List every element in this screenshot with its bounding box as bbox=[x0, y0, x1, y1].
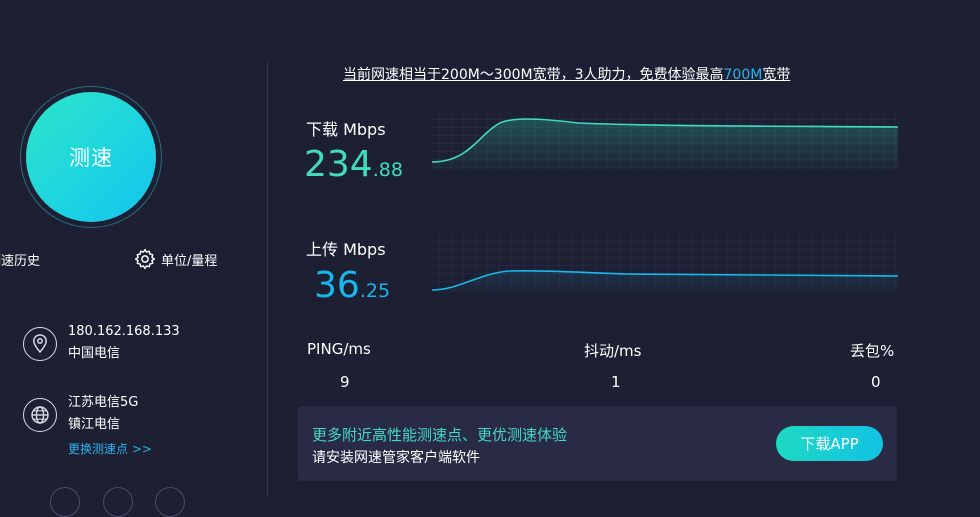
packet-loss-value: 0 bbox=[871, 373, 881, 391]
download-speed: 234.88 bbox=[304, 144, 403, 185]
download-int: 234 bbox=[304, 144, 373, 185]
upload-speed: 36.25 bbox=[314, 265, 390, 306]
ip-isp: 中国电信 bbox=[68, 346, 121, 361]
upload-chart bbox=[428, 234, 898, 292]
speed-headline[interactable]: 当前网速相当于200M～300M宽带，3人助力，免费体验最高700M宽带 bbox=[343, 64, 790, 84]
headline-highlight: 700M bbox=[723, 67, 763, 83]
upload-int: 36 bbox=[314, 265, 360, 306]
server-name: 江苏电信5G bbox=[68, 395, 139, 410]
download-label: 下载 Mbps bbox=[306, 120, 386, 139]
share-icon[interactable] bbox=[155, 487, 185, 517]
server-isp: 镇江电信 bbox=[68, 417, 121, 432]
download-dec: .88 bbox=[372, 159, 403, 181]
download-chart bbox=[428, 112, 898, 170]
ping-value: 9 bbox=[340, 373, 350, 391]
packet-loss-label: 丢包% bbox=[850, 342, 895, 360]
unit-range-link[interactable]: 单位/量程 bbox=[161, 250, 217, 269]
start-speed-test-button[interactable]: 测速 bbox=[26, 92, 156, 222]
download-app-label: 下载APP bbox=[800, 435, 859, 453]
jitter-label: 抖动/ms bbox=[584, 342, 642, 360]
switch-server-link[interactable]: 更换测速点 >> bbox=[68, 440, 152, 457]
gear-icon[interactable] bbox=[134, 248, 156, 270]
share-icon[interactable] bbox=[50, 487, 80, 517]
ping-label: PING/ms bbox=[307, 340, 371, 358]
location-pin-icon bbox=[23, 327, 57, 361]
history-link[interactable]: 测速历史 bbox=[0, 250, 40, 269]
upload-dec: .25 bbox=[359, 280, 391, 302]
promo-title: 更多附近高性能测速点、更优测速体验 bbox=[312, 426, 568, 444]
panel-divider bbox=[267, 62, 268, 497]
share-icon[interactable] bbox=[103, 487, 133, 517]
headline-suffix: 宽带 bbox=[762, 67, 791, 83]
headline-text: 当前网速相当于200M～300M宽带，3人助力，免费体验最高 bbox=[343, 67, 724, 83]
jitter-value: 1 bbox=[611, 373, 621, 391]
ip-address: 180.162.168.133 bbox=[68, 324, 180, 339]
globe-icon bbox=[23, 398, 57, 432]
download-app-button[interactable]: 下载APP bbox=[776, 426, 883, 461]
speed-button-label: 测速 bbox=[69, 146, 113, 170]
upload-label: 上传 Mbps bbox=[306, 240, 386, 259]
promo-subtitle: 请安装网速管家客户端软件 bbox=[312, 450, 480, 466]
